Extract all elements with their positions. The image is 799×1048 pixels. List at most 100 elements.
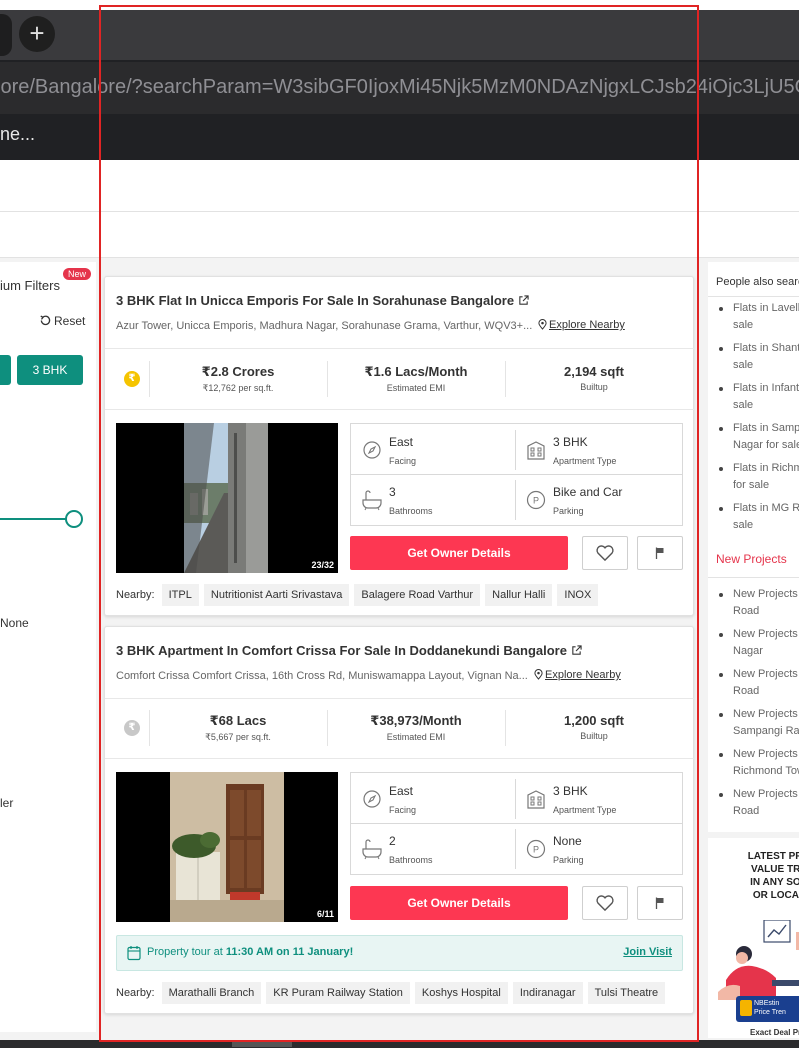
- property-details-grid: East Facing 3 BHK Apartment Type 2 Bathr…: [350, 772, 683, 875]
- parking-icon: P: [526, 490, 546, 510]
- nearby-chip[interactable]: Nallur Halli: [485, 584, 553, 606]
- url-text[interactable]: lore/Bangalore/?searchParam=W3sibGF0Ijox…: [0, 76, 799, 99]
- new-project-link[interactable]: New Projects Sampangi Ra: [716, 706, 799, 740]
- shortlist-button[interactable]: [582, 886, 628, 920]
- divider: [351, 823, 682, 824]
- nearby-chip[interactable]: Indiranagar: [512, 982, 583, 1004]
- price-value: ₹2.8 Crores: [201, 364, 275, 379]
- site-header: [0, 160, 799, 212]
- area-label: Builtup: [580, 382, 608, 392]
- promo-illustration-icon: [718, 920, 799, 1000]
- nearby-chip[interactable]: INOX: [557, 584, 599, 606]
- nbestimate-logo: NBEstin Price Tren: [736, 996, 799, 1022]
- heart-icon: [596, 895, 614, 912]
- listing-card[interactable]: 3 BHK Apartment In Comfort Crissa For Sa…: [104, 626, 695, 1014]
- emi-label: Estimated EMI: [386, 383, 446, 393]
- premium-filters-label[interactable]: ium Filters: [0, 278, 60, 293]
- nearby-places: Nearby: Marathalli Branch KR Puram Railw…: [116, 982, 667, 1004]
- explore-nearby-label: Explore Nearby: [549, 319, 625, 331]
- get-owner-details-button[interactable]: Get Owner Details: [350, 886, 568, 920]
- bhk-option-3bhk[interactable]: 3 BHK: [17, 355, 83, 385]
- divider: [351, 474, 682, 475]
- get-owner-details-button[interactable]: Get Owner Details: [350, 536, 568, 570]
- related-link[interactable]: Flats in Samp Nagar for sale: [716, 420, 799, 454]
- promo-headline: LATEST PRO VALUE TRE IN ANY SOC OR LOCAL: [734, 850, 799, 902]
- horizontal-scrollbar[interactable]: [0, 1040, 799, 1048]
- shortlist-button[interactable]: [582, 536, 628, 570]
- nearby-chip[interactable]: ITPL: [161, 584, 199, 606]
- scrollbar-thumb[interactable]: [232, 1041, 292, 1047]
- price-metric: ₹68 Lacs ₹5,667 per sq.ft.: [163, 713, 313, 743]
- svg-text:P: P: [533, 845, 539, 855]
- related-link[interactable]: Flats in Infant for sale: [716, 380, 799, 414]
- report-button[interactable]: [637, 886, 683, 920]
- area-label: Builtup: [580, 731, 608, 741]
- related-link[interactable]: Flats in MG Ro sale: [716, 500, 799, 534]
- listing-title[interactable]: 3 BHK Flat In Unicca Emporis For Sale In…: [116, 293, 529, 308]
- reset-button[interactable]: Reset: [40, 314, 85, 328]
- budget-slider-handle[interactable]: [65, 510, 83, 528]
- new-project-link[interactable]: New Projects Nagar: [716, 626, 799, 660]
- new-project-link[interactable]: New Projects Road: [716, 666, 799, 700]
- svg-text:P: P: [533, 496, 539, 506]
- bathrooms-value: 3: [389, 485, 396, 499]
- join-visit-link[interactable]: Join Visit: [623, 946, 672, 958]
- new-project-link[interactable]: New Projects Richmond Tow: [716, 746, 799, 780]
- listing-photo[interactable]: 23/32: [116, 423, 338, 573]
- related-link[interactable]: Flats in Lavell sale: [716, 300, 799, 334]
- divider: [515, 480, 516, 520]
- facing-value: East: [389, 784, 414, 798]
- emi-value: ₹1.6 Lacs/Month: [364, 364, 468, 379]
- listing-title-text[interactable]: 3 BHK Apartment In Comfort Crissa For Sa…: [116, 643, 567, 658]
- nearby-chip[interactable]: Koshys Hospital: [414, 982, 508, 1004]
- related-link[interactable]: Flats in Richm for sale: [716, 460, 799, 494]
- area-metric: 1,200 sqft Builtup: [519, 713, 669, 741]
- calendar-icon: [127, 946, 141, 961]
- active-tab-edge[interactable]: [0, 14, 12, 56]
- external-link-icon[interactable]: [571, 645, 582, 656]
- emi-label: Estimated EMI: [386, 732, 446, 742]
- related-link[interactable]: Flats in Shant sale: [716, 340, 799, 374]
- filter-option-none[interactable]: None: [0, 616, 29, 630]
- filter-option-seller[interactable]: ler: [0, 796, 13, 810]
- bookmark-item[interactable]: ne...: [0, 124, 35, 145]
- price-trends-promo[interactable]: LATEST PRO VALUE TRE IN ANY SOC OR LOCAL…: [708, 838, 799, 1038]
- promo-line: IN ANY SOC: [750, 877, 799, 888]
- explore-nearby-link[interactable]: Explore Nearby: [538, 319, 625, 331]
- area-value: 1,200 sqft: [564, 713, 624, 728]
- divider: [708, 577, 799, 578]
- external-link-icon[interactable]: [518, 295, 529, 306]
- divider: [505, 710, 506, 746]
- promo-line: VALUE TRE: [751, 864, 799, 875]
- heart-icon: [596, 545, 614, 562]
- nearby-chip[interactable]: KR Puram Railway Station: [266, 982, 410, 1004]
- divider: [327, 361, 328, 397]
- tour-text: Property tour at 11:30 AM on 11 January!: [147, 946, 353, 958]
- new-project-link[interactable]: New Projects Road: [716, 586, 799, 620]
- nearby-chip[interactable]: Tulsi Theatre: [587, 982, 666, 1004]
- explore-nearby-link[interactable]: Explore Nearby: [534, 669, 621, 681]
- listing-title-text[interactable]: 3 BHK Flat In Unicca Emporis For Sale In…: [116, 293, 514, 308]
- facing-value: East: [389, 435, 414, 449]
- divider: [327, 710, 328, 746]
- divider: [505, 361, 506, 397]
- divider: [708, 296, 799, 297]
- listing-title[interactable]: 3 BHK Apartment In Comfort Crissa For Sa…: [116, 643, 582, 658]
- logo-badge-icon: [740, 1000, 752, 1016]
- nearby-chip[interactable]: Marathalli Branch: [161, 982, 262, 1004]
- budget-slider-track[interactable]: [0, 518, 70, 520]
- bhk-option-prev[interactable]: [0, 355, 11, 385]
- report-button[interactable]: [637, 536, 683, 570]
- price-per-sqft: ₹12,762 per sq.ft.: [202, 383, 274, 393]
- listing-photo[interactable]: 6/11: [116, 772, 338, 922]
- nearby-chip[interactable]: Nutritionist Aarti Srivastava: [203, 584, 350, 606]
- property-tour-banner: Property tour at 11:30 AM on 11 January!…: [116, 935, 683, 971]
- bathtub-icon: [362, 839, 382, 860]
- listing-card[interactable]: 3 BHK Flat In Unicca Emporis For Sale In…: [104, 276, 695, 616]
- emi-metric: ₹38,973/Month Estimated EMI: [341, 713, 491, 742]
- new-tab-button[interactable]: +: [19, 16, 55, 52]
- area-value: 2,194 sqft: [564, 364, 624, 379]
- new-project-link[interactable]: New Projects Road: [716, 786, 799, 820]
- nearby-chip[interactable]: Balagere Road Varthur: [354, 584, 481, 606]
- promo-line: OR LOCAL: [752, 890, 799, 901]
